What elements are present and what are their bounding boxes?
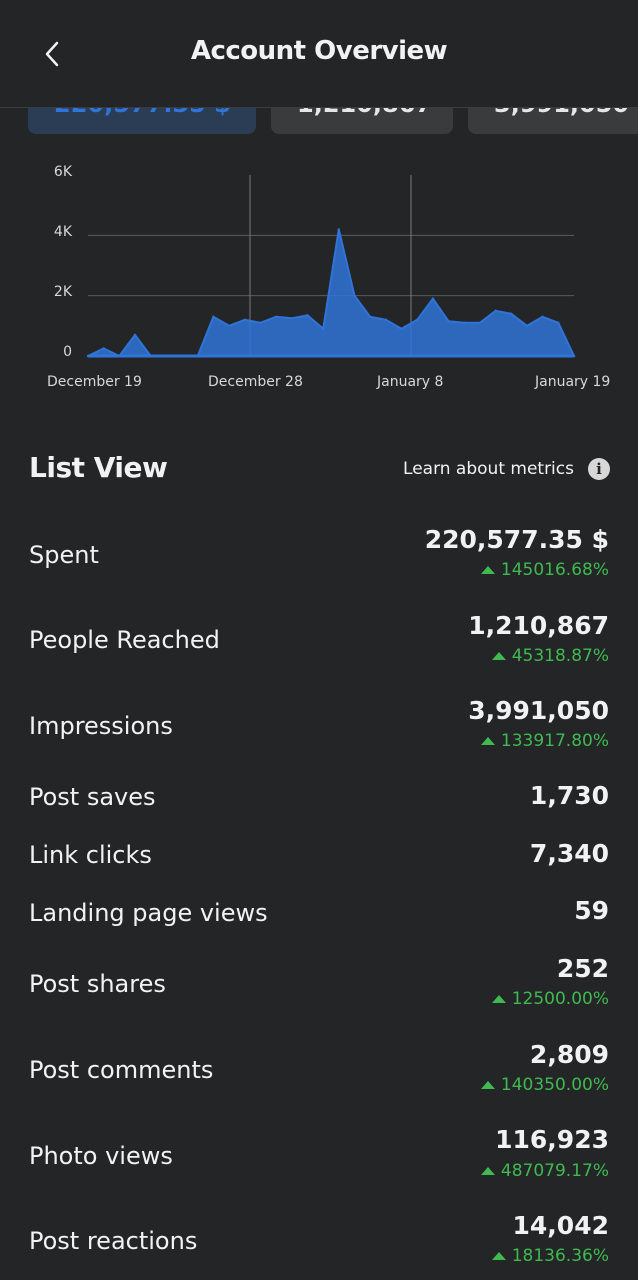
data-point xyxy=(369,315,372,318)
data-point xyxy=(353,294,356,297)
x-tick-label: January 19 xyxy=(535,374,611,390)
triangle-up-icon xyxy=(480,566,495,574)
x-tick-label: December 28 xyxy=(208,374,303,390)
tab-value: 220,577.35 $ xyxy=(54,108,231,118)
data-point xyxy=(259,321,262,324)
metric-value: 14,042 xyxy=(512,1211,609,1240)
metric-value: 116,923 xyxy=(495,1125,609,1154)
metric-change: 145016.68% xyxy=(480,560,609,580)
metric-value: 220,577.35 $ xyxy=(424,525,609,554)
metric-value: 59 xyxy=(574,896,609,925)
data-point xyxy=(322,327,325,330)
metric-label: Photo views xyxy=(29,1142,173,1170)
x-tick-label: December 19 xyxy=(47,374,142,390)
triangle-up-icon xyxy=(491,1252,506,1260)
metric-change: 12500.00% xyxy=(491,989,609,1009)
series-area xyxy=(87,229,576,358)
metric-label: People Reached xyxy=(29,626,220,654)
metric-label: Post saves xyxy=(29,783,156,811)
info-icon: i xyxy=(588,458,610,480)
tab-people-reached[interactable]: 1,210,867 xyxy=(271,108,453,134)
metric-change-value: 12500.00% xyxy=(511,989,609,1009)
metric-value: 1,210,867 xyxy=(468,611,609,640)
metric-change-value: 140350.00% xyxy=(500,1075,609,1095)
chart-plot xyxy=(86,175,576,358)
metric-label: Impressions xyxy=(29,712,173,740)
data-point xyxy=(306,314,309,317)
data-point xyxy=(290,317,293,320)
tab-spent[interactable]: 220,577.35 $ xyxy=(28,108,256,134)
tab-impressions[interactable]: 3,991,050 xyxy=(468,108,638,134)
data-point xyxy=(525,324,529,327)
metric-change-value: 45318.87% xyxy=(511,646,609,666)
metric-change: 45318.87% xyxy=(491,646,609,666)
metric-change: 18136.36% xyxy=(491,1246,609,1266)
data-point xyxy=(447,320,450,323)
metric-label: Post comments xyxy=(29,1056,214,1084)
metric-label: Post reactions xyxy=(29,1227,198,1255)
tab-value: 3,991,050 xyxy=(494,108,629,118)
data-point xyxy=(431,297,435,300)
data-point xyxy=(212,315,215,318)
data-point xyxy=(557,321,560,324)
spend-chart: 6K 4K 2K 0 December 19 December 28 Janua… xyxy=(0,150,638,400)
data-point xyxy=(463,321,466,324)
learn-about-metrics-label: Learn about metrics xyxy=(403,459,574,479)
y-tick-label: 4K xyxy=(53,224,72,240)
data-point xyxy=(416,318,419,321)
metric-value: 1,730 xyxy=(529,781,609,810)
learn-about-metrics-link[interactable]: Learn about metrics i xyxy=(403,458,610,480)
metric-tabs: 220,577.35 $ 1,210,867 3,991,050 xyxy=(0,108,638,134)
data-point xyxy=(274,315,278,318)
data-point xyxy=(541,315,544,318)
metric-label: Landing page views xyxy=(29,899,268,927)
x-tick-label: January 8 xyxy=(377,374,444,390)
triangle-up-icon xyxy=(480,1167,495,1175)
data-point xyxy=(478,321,482,324)
metric-value: 7,340 xyxy=(529,839,609,868)
tab-value: 1,210,867 xyxy=(297,108,432,118)
triangle-up-icon xyxy=(491,995,506,1003)
metric-label: Spent xyxy=(29,541,99,569)
list-view-title: List View xyxy=(29,451,168,484)
data-point xyxy=(227,324,231,327)
page-title: Account Overview xyxy=(190,36,448,66)
metric-change-value: 133917.80% xyxy=(500,731,609,751)
data-point xyxy=(494,309,497,312)
data-point xyxy=(102,347,105,350)
data-point xyxy=(400,327,403,330)
data-point xyxy=(337,228,340,231)
y-tick-label: 0 xyxy=(63,344,72,360)
metric-label: Post shares xyxy=(29,970,166,998)
metric-value: 3,991,050 xyxy=(468,696,609,725)
metric-change-value: 145016.68% xyxy=(500,560,609,580)
metric-change: 140350.00% xyxy=(480,1075,609,1095)
metric-change: 487079.17% xyxy=(480,1161,609,1181)
metric-change: 133917.80% xyxy=(480,731,609,751)
metric-value: 252 xyxy=(556,954,609,983)
data-point xyxy=(384,318,388,321)
triangle-up-icon xyxy=(480,1081,495,1089)
data-point xyxy=(133,333,137,337)
metric-change-value: 487079.17% xyxy=(500,1161,609,1181)
metric-change-value: 18136.36% xyxy=(511,1246,609,1266)
metric-value: 2,809 xyxy=(529,1040,609,1069)
y-tick-label: 2K xyxy=(53,284,72,300)
y-tick-label: 6K xyxy=(53,164,72,180)
triangle-up-icon xyxy=(491,652,506,660)
data-point xyxy=(243,318,246,321)
data-point xyxy=(510,312,513,315)
top-bar: Account Overview xyxy=(0,0,638,108)
metric-label: Link clicks xyxy=(29,841,152,869)
triangle-up-icon xyxy=(480,737,495,745)
